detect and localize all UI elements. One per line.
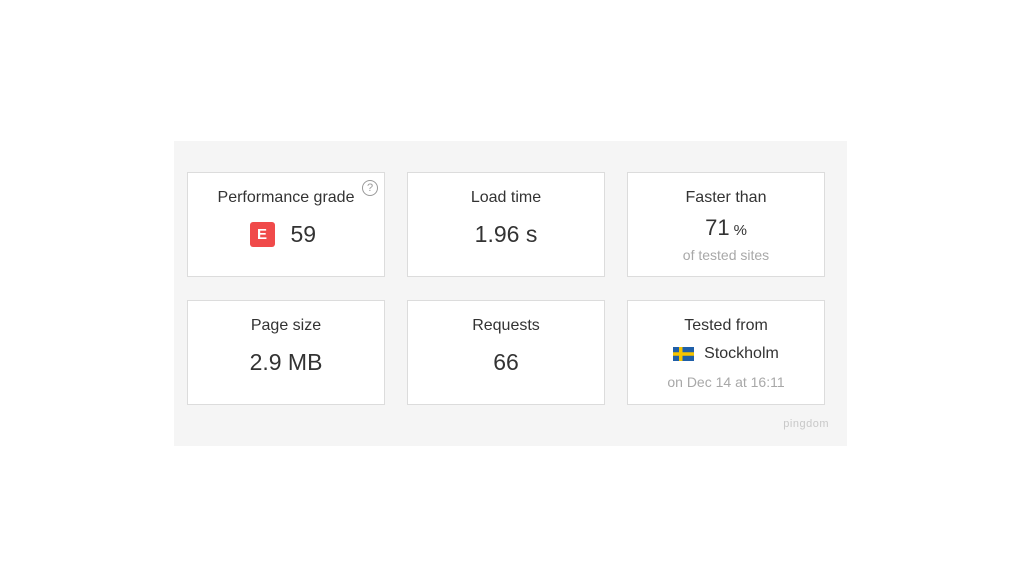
faster-than-label: Faster than <box>685 189 767 206</box>
grade-badge: E <box>249 221 275 247</box>
location-row: Stockholm <box>628 345 824 363</box>
performance-grade-value: 59 <box>290 220 317 247</box>
page-size-label: Page size <box>250 317 322 334</box>
performance-grade-label: Performance grade <box>217 189 355 206</box>
tested-from-date: on Dec 14 at 16:11 <box>667 374 785 390</box>
faster-than-value: 71 <box>705 215 730 240</box>
faster-than-card: Faster than 71% of tested sites <box>627 172 825 277</box>
performance-grade-card: Performance grade ? E 59 <box>187 172 385 277</box>
load-time-label: Load time <box>470 189 542 206</box>
sweden-flag-icon <box>673 347 695 361</box>
load-time-value: 1.96 s <box>474 221 538 247</box>
summary-panel: Performance grade ? E 59 Load time 1.96 … <box>174 141 847 446</box>
help-icon[interactable]: ? <box>362 180 378 196</box>
faster-than-row: 71% <box>628 215 824 241</box>
tested-from-location: Stockholm <box>704 345 779 362</box>
tested-from-label: Tested from <box>684 317 768 334</box>
page-size-value: 2.9 MB <box>249 349 323 375</box>
tested-from-card: Tested from Stockholm on Dec 14 at 16:11 <box>627 300 825 405</box>
load-time-card: Load time 1.96 s <box>407 172 605 277</box>
requests-card: Requests 66 <box>407 300 605 405</box>
faster-than-unit: % <box>733 222 747 239</box>
requests-value: 66 <box>493 349 519 375</box>
grade-row: E 59 <box>188 221 384 247</box>
faster-than-subtext: of tested sites <box>682 247 770 263</box>
page-size-card: Page size 2.9 MB <box>187 300 385 405</box>
pingdom-logo: pingdom <box>783 418 829 430</box>
requests-label: Requests <box>472 317 540 334</box>
